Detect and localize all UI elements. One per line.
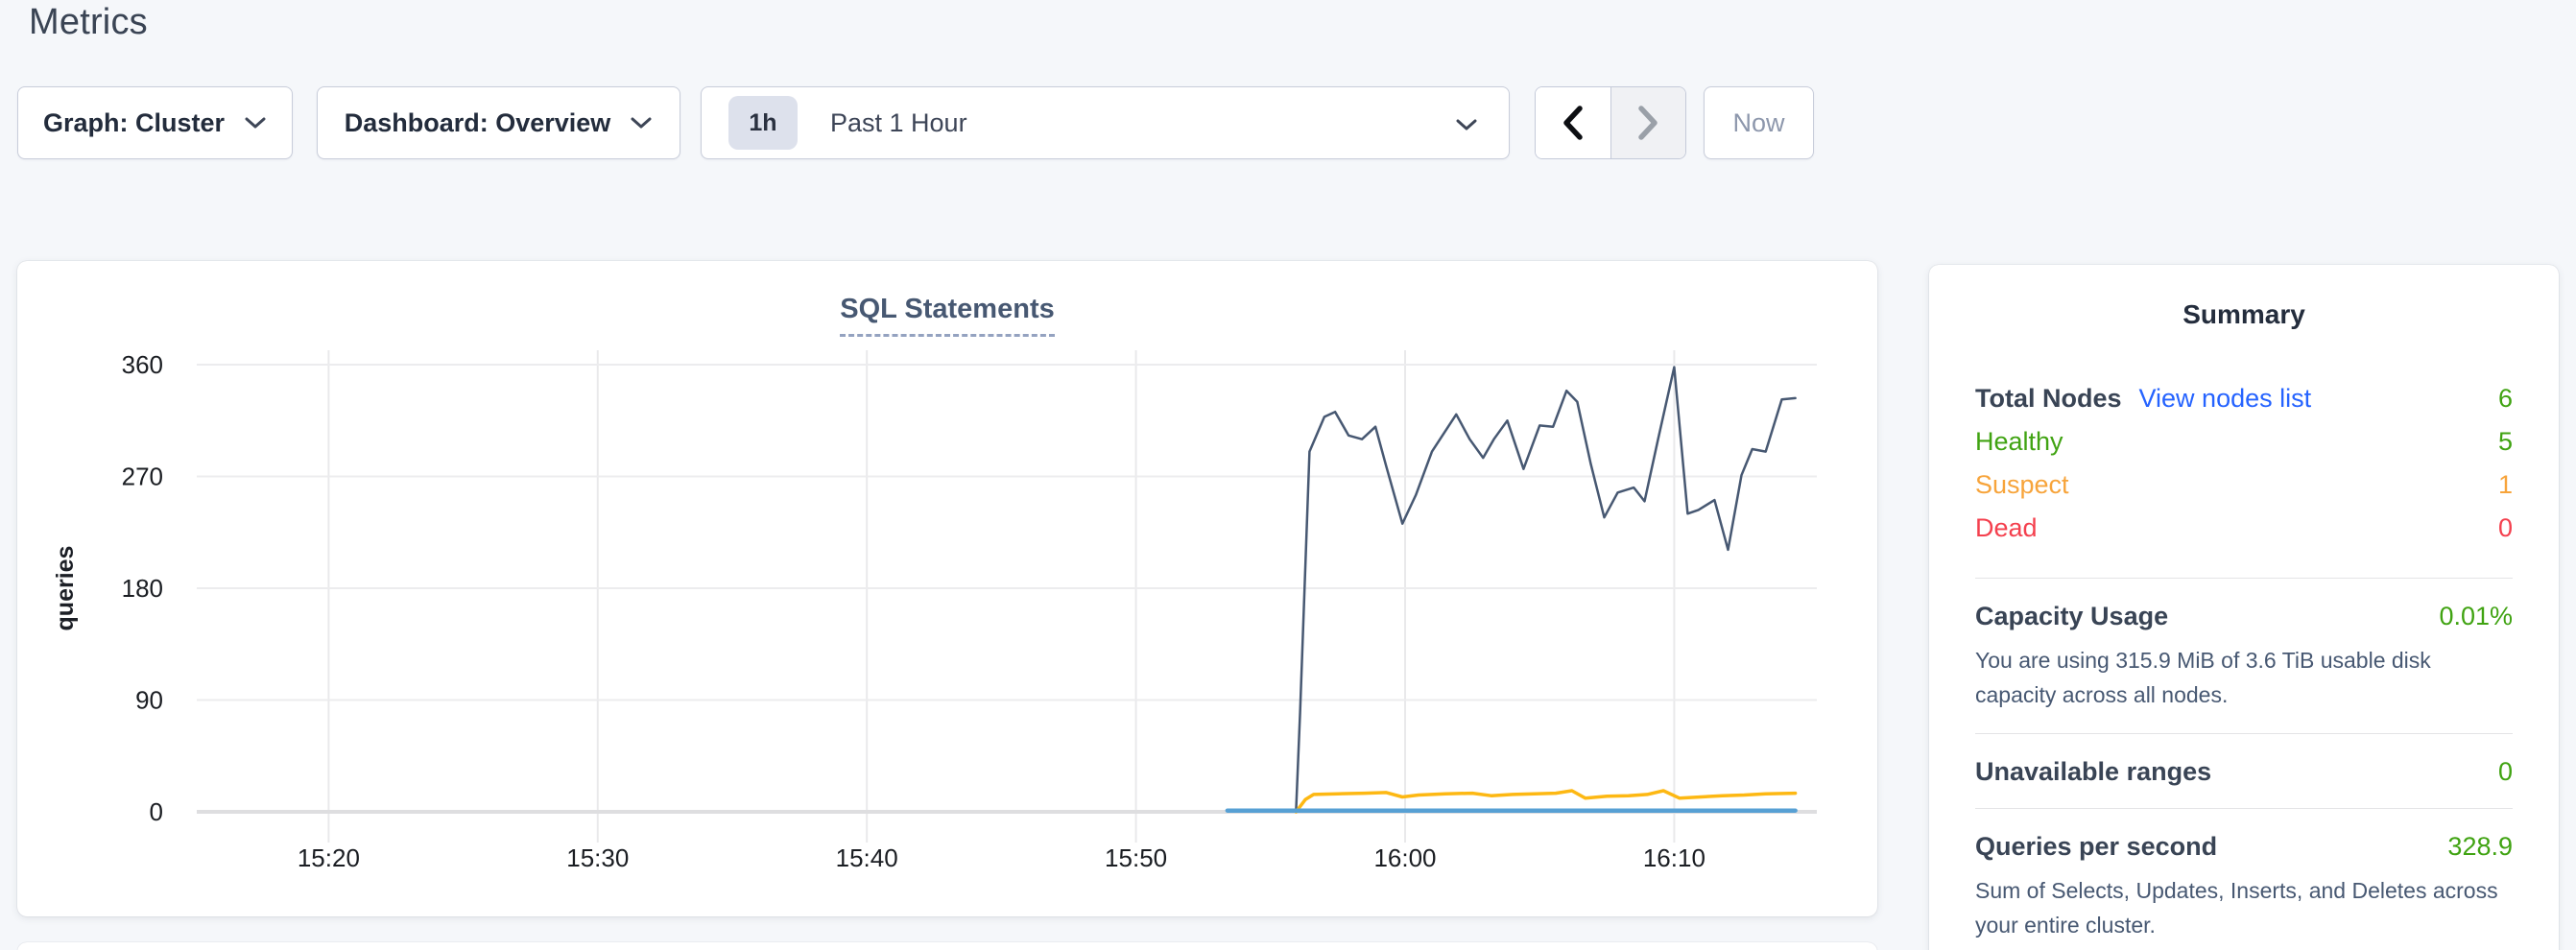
capacity-usage-label: Capacity Usage <box>1975 602 2168 631</box>
suspect-label: Suspect <box>1975 470 2069 500</box>
queries-per-second-value: 328.9 <box>2447 832 2513 862</box>
x-axis-tick-label: 15:40 <box>836 843 898 872</box>
dashboard-dropdown[interactable]: Dashboard: Overview <box>317 86 680 159</box>
total-nodes-label: Total Nodes <box>1975 384 2122 414</box>
nodes-block: Total Nodes View nodes list 6 Healthy 5 … <box>1929 384 2559 557</box>
total-nodes-value: 6 <box>2498 384 2513 414</box>
healthy-nodes-row: Healthy 5 <box>1975 427 2513 470</box>
healthy-label: Healthy <box>1975 427 2063 457</box>
time-nav-group <box>1535 86 1686 159</box>
y-axis-tick-label: 270 <box>122 463 163 491</box>
graph-dropdown[interactable]: Graph: Cluster <box>17 86 293 159</box>
summary-title: Summary <box>1929 265 2559 330</box>
now-button[interactable]: Now <box>1704 86 1814 159</box>
dead-value: 0 <box>2498 513 2513 543</box>
time-range-badge: 1h <box>728 96 798 150</box>
queries-per-second-section: Queries per second 328.9 Sum of Selects,… <box>1929 809 2559 942</box>
unavailable-ranges-value: 0 <box>2498 757 2513 787</box>
chart-title-wrap: SQL Statements <box>17 294 1877 337</box>
dead-nodes-row: Dead 0 <box>1975 513 2513 557</box>
unavailable-ranges-section: Unavailable ranges 0 <box>1929 734 2559 787</box>
queries-per-second-label: Queries per second <box>1975 832 2217 862</box>
time-forward-button[interactable] <box>1610 87 1686 158</box>
sql-statements-card: 15:20 15:30 15:40 15:50 16:00 16:10 0 90 180 270 3… <box>17 261 1877 916</box>
chevron-down-icon <box>630 116 653 131</box>
chevron-down-icon <box>244 116 267 131</box>
chevron-right-icon <box>1634 104 1661 142</box>
x-axis-tick-label: 15:30 <box>566 843 629 872</box>
page-title: Metrics <box>29 2 148 43</box>
y-axis-tick-label: 0 <box>150 797 163 826</box>
time-back-button[interactable] <box>1536 87 1610 158</box>
summary-panel: Summary Total Nodes View nodes list 6 He… <box>1929 265 2559 950</box>
capacity-usage-value: 0.01% <box>2439 602 2513 631</box>
suspect-value: 1 <box>2498 470 2513 500</box>
x-axis-tick-label: 16:00 <box>1373 843 1436 872</box>
unavailable-ranges-label: Unavailable ranges <box>1975 757 2211 787</box>
y-axis-title: queries <box>52 546 79 631</box>
x-axis-tick-label: 16:10 <box>1643 843 1705 872</box>
x-axis-tick-label: 15:20 <box>298 843 360 872</box>
y-axis-tick-label: 180 <box>122 574 163 603</box>
time-range-label: Past 1 Hour <box>830 108 967 138</box>
graph-dropdown-label: Graph: Cluster <box>43 108 225 138</box>
capacity-usage-description: You are using 315.9 MiB of 3.6 TiB usabl… <box>1975 643 2505 712</box>
total-nodes-row: Total Nodes View nodes list 6 <box>1975 384 2513 427</box>
time-range-selector[interactable]: 1h Past 1 Hour <box>701 86 1510 159</box>
healthy-value: 5 <box>2498 427 2513 457</box>
capacity-usage-section: Capacity Usage 0.01% You are using 315.9… <box>1929 579 2559 712</box>
dead-label: Dead <box>1975 513 2038 543</box>
view-nodes-list-link[interactable]: View nodes list <box>2139 384 2312 414</box>
chevron-left-icon <box>1560 104 1586 142</box>
suspect-nodes-row: Suspect 1 <box>1975 470 2513 513</box>
y-axis-tick-label: 360 <box>122 350 163 379</box>
y-axis-tick-label: 90 <box>135 686 163 715</box>
x-axis-tick-label: 15:50 <box>1105 843 1167 872</box>
sql-statements-chart[interactable]: 15:20 15:30 15:40 15:50 16:00 16:10 0 90 180 270 3… <box>17 261 1877 916</box>
dashboard-dropdown-label: Dashboard: Overview <box>345 108 611 138</box>
chart-title[interactable]: SQL Statements <box>840 294 1054 337</box>
metrics-page: Metrics Graph: Cluster Dashboard: Overvi… <box>0 0 2576 950</box>
queries-per-second-description: Sum of Selects, Updates, Inserts, and De… <box>1975 873 2505 942</box>
next-card-partial <box>17 942 1877 950</box>
chevron-down-icon <box>1455 118 1478 132</box>
